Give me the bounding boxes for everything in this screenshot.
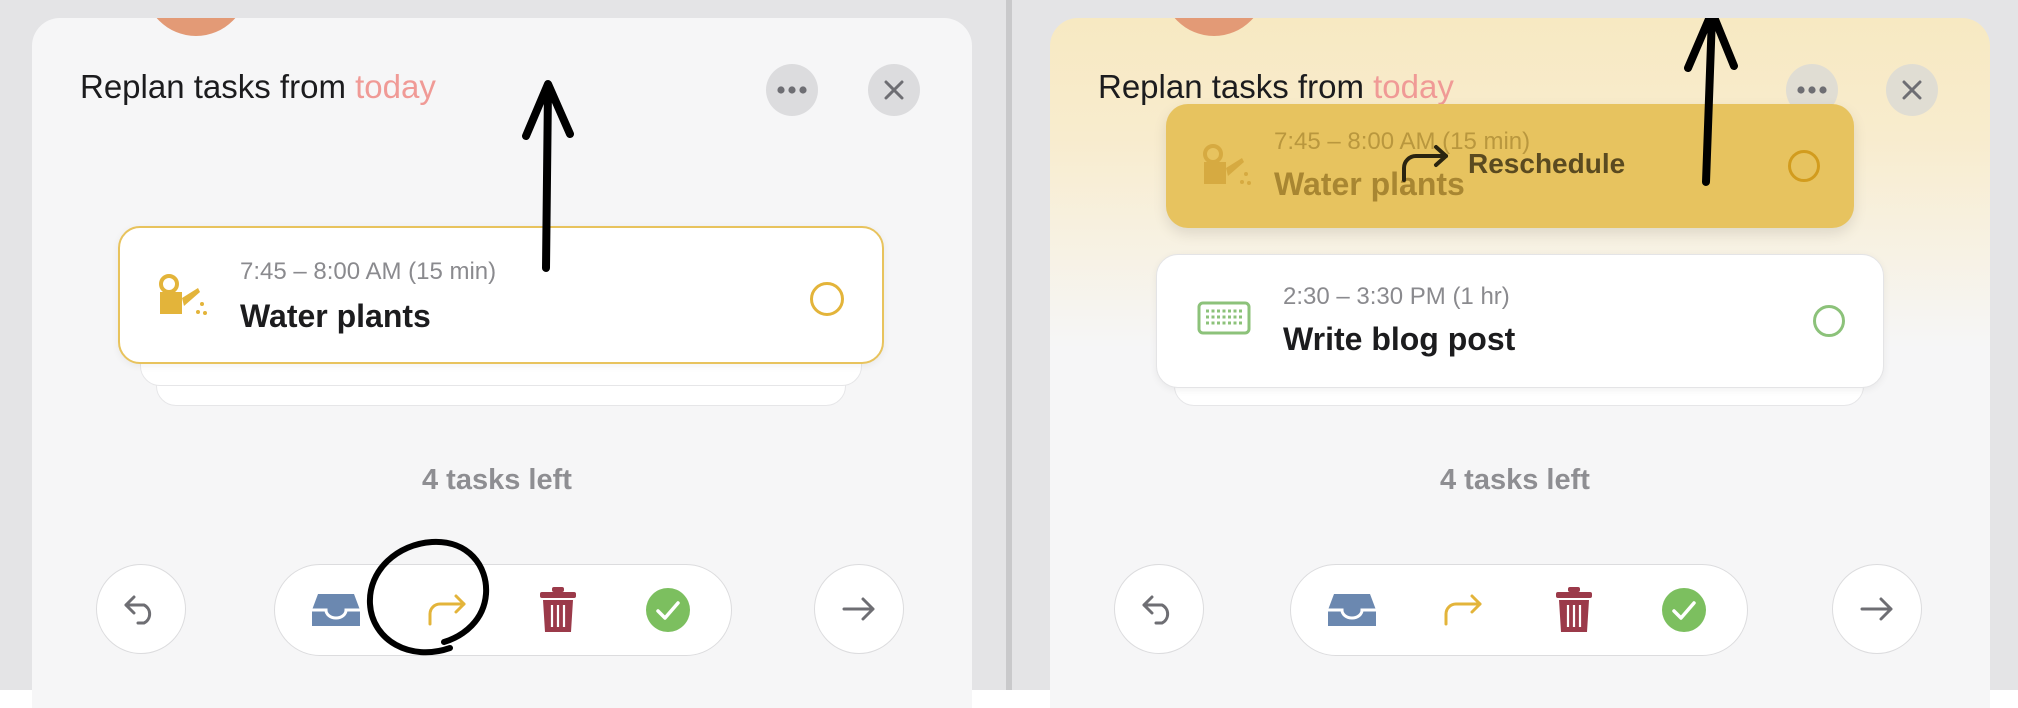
inbox-tray-icon xyxy=(1328,594,1376,626)
ellipsis-icon xyxy=(1797,86,1827,94)
undo-arrow-icon xyxy=(124,595,152,625)
screenshot-divider xyxy=(1006,0,1012,690)
undo-button[interactable] xyxy=(1114,564,1204,654)
close-button[interactable] xyxy=(1886,64,1938,116)
sheet-title: Replan tasks from today xyxy=(80,68,436,106)
replan-sheet-right: Replan tasks from today 2:30 – 3:30 PM (… xyxy=(1050,18,1990,708)
close-x-icon xyxy=(884,80,904,100)
task-card[interactable]: 7:45 – 8:00 AM (15 min) Water plants xyxy=(118,226,884,364)
title-accent: today xyxy=(355,68,436,105)
reschedule-arrow-icon xyxy=(1444,594,1482,626)
keyboard-icon xyxy=(1197,301,1251,335)
inbox-button[interactable] xyxy=(305,579,367,641)
undo-button[interactable] xyxy=(96,564,186,654)
complete-circle[interactable] xyxy=(1813,305,1845,337)
close-button[interactable] xyxy=(868,64,920,116)
task-time: 7:45 – 8:00 AM (15 min) xyxy=(240,258,497,285)
more-button[interactable] xyxy=(766,64,818,116)
title-accent: today xyxy=(1373,68,1454,105)
reschedule-arrow-icon xyxy=(428,594,466,626)
task-name: Water plants xyxy=(240,298,431,334)
delete-button[interactable] xyxy=(1543,579,1605,641)
sheet-title: Replan tasks from today xyxy=(1098,68,1454,106)
task-name: Write blog post xyxy=(1283,321,1516,357)
task-time: 2:30 – 3:30 PM (1 hr) xyxy=(1283,283,1510,310)
check-circle-icon xyxy=(1662,588,1706,632)
title-prefix: Replan tasks from xyxy=(80,68,356,105)
avatar xyxy=(1162,18,1266,36)
complete-circle[interactable] xyxy=(1788,150,1820,182)
complete-button[interactable] xyxy=(637,579,699,641)
replan-sheet-left: Replan tasks from today 7:45 – 8:00 AM (… xyxy=(32,18,972,708)
ellipsis-icon xyxy=(777,86,807,94)
inbox-button[interactable] xyxy=(1321,579,1383,641)
complete-circle[interactable] xyxy=(810,282,844,316)
undo-arrow-icon xyxy=(1142,595,1170,625)
reschedule-label: Reschedule xyxy=(1468,148,1626,179)
watering-can-icon xyxy=(1203,144,1251,185)
avatar xyxy=(144,18,248,36)
inbox-tray-icon xyxy=(312,594,360,626)
tasks-left-label: 4 tasks left xyxy=(1440,464,1590,496)
tasks-left-label: 4 tasks left xyxy=(422,464,572,496)
action-toolbar xyxy=(1290,564,1748,656)
right-arrow-icon xyxy=(842,597,875,621)
action-toolbar xyxy=(274,564,732,656)
reschedule-button[interactable] xyxy=(1433,579,1495,641)
reschedule-arrow-icon xyxy=(1402,145,1448,182)
trash-icon xyxy=(1556,587,1592,632)
right-arrow-icon xyxy=(1860,597,1893,621)
next-button[interactable] xyxy=(814,564,904,654)
complete-button[interactable] xyxy=(1653,579,1715,641)
next-task-card[interactable]: 2:30 – 3:30 PM (1 hr) Write blog post xyxy=(1156,254,1884,388)
close-x-icon xyxy=(1902,80,1922,100)
dragging-task-card[interactable]: 7:45 – 8:00 AM (15 min) Water plants Res… xyxy=(1166,104,1854,228)
title-prefix: Replan tasks from xyxy=(1098,68,1374,105)
trash-icon xyxy=(540,587,576,632)
watering-can-icon xyxy=(159,274,207,315)
check-circle-icon xyxy=(646,588,690,632)
reschedule-button[interactable] xyxy=(417,579,479,641)
next-button[interactable] xyxy=(1832,564,1922,654)
delete-button[interactable] xyxy=(527,579,589,641)
